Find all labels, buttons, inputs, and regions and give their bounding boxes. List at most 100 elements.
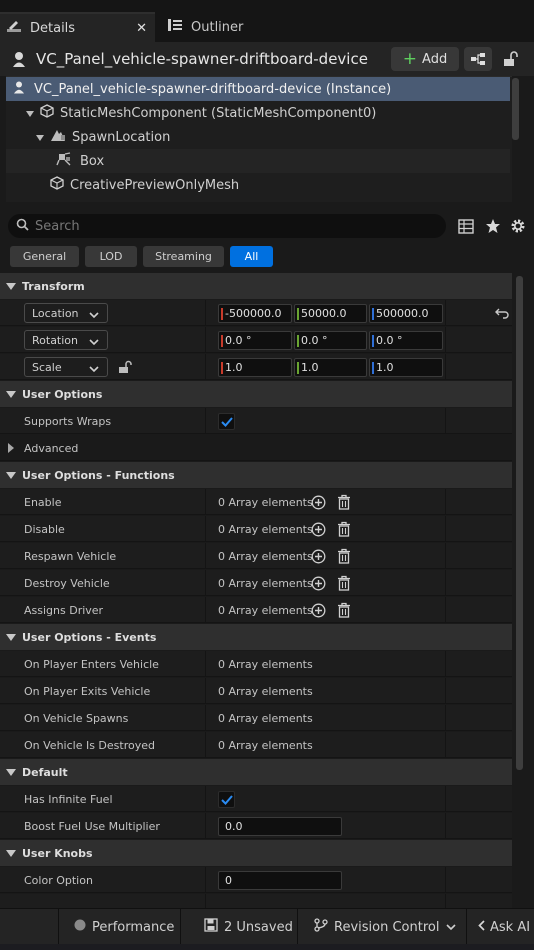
- rotation-z-field[interactable]: 0.0 °: [369, 331, 443, 350]
- column-divider: [445, 867, 446, 893]
- property-label: Has Infinite Fuel: [24, 793, 113, 806]
- chevron-down-icon: [6, 469, 16, 482]
- infinite-fuel-checkbox[interactable]: [218, 791, 235, 808]
- filter-all-button[interactable]: All: [230, 246, 273, 267]
- tree-item-label: StaticMeshComponent (StaticMeshComponent…: [60, 105, 377, 121]
- color-option-field[interactable]: 0: [218, 871, 342, 890]
- chevron-down-icon: [6, 631, 16, 644]
- property-matrix-icon[interactable]: [458, 219, 474, 237]
- tree-item-spawn-location[interactable]: SpawnLocation: [6, 125, 510, 149]
- field-value: 0.0: [225, 820, 243, 833]
- performance-status-icon: [74, 919, 86, 935]
- revision-control-button[interactable]: Revision Control: [314, 909, 457, 945]
- section-title: Default: [22, 765, 68, 779]
- trash-icon[interactable]: [337, 548, 351, 567]
- add-element-icon[interactable]: [311, 576, 326, 594]
- location-mode-dropdown[interactable]: Location: [24, 303, 108, 323]
- chevron-down-icon: [446, 920, 457, 935]
- tree-item-creative-preview-mesh[interactable]: CreativePreviewOnlyMesh: [6, 173, 510, 197]
- supports-wraps-checkbox[interactable]: [218, 413, 235, 430]
- properties-scrollbar[interactable]: [516, 276, 523, 770]
- location-z-field[interactable]: 500000.0: [369, 304, 443, 323]
- advanced-row[interactable]: Advanced: [0, 435, 512, 461]
- add-element-icon[interactable]: [311, 522, 326, 540]
- tree-item-box[interactable]: Box: [6, 149, 510, 173]
- scale-lock-icon[interactable]: [118, 360, 133, 377]
- add-element-icon[interactable]: [311, 495, 326, 513]
- tree-scrollbar[interactable]: [512, 78, 519, 140]
- column-divider: [445, 705, 446, 731]
- unlock-icon[interactable]: [502, 51, 518, 70]
- reset-to-default-icon[interactable]: [495, 307, 509, 322]
- tree-item-label: CreativePreviewOnlyMesh: [70, 177, 240, 193]
- favorites-star-icon[interactable]: [485, 218, 501, 237]
- chevron-down-icon: [89, 336, 99, 349]
- ask-ai-label: Ask AI: [490, 919, 531, 935]
- ask-ai-button[interactable]: Ask AI: [478, 909, 530, 945]
- location-x-field[interactable]: -500000.0: [218, 304, 292, 323]
- trash-icon[interactable]: [337, 575, 351, 594]
- scale-y-field[interactable]: 1.0: [294, 358, 367, 377]
- section-user-options[interactable]: User Options: [0, 381, 512, 407]
- rotation-y-field[interactable]: 0.0 °: [294, 331, 367, 350]
- window-top-strip: [0, 0, 534, 12]
- chevron-down-icon: [89, 309, 99, 322]
- advanced-label: Advanced: [24, 442, 79, 455]
- scale-z-field[interactable]: 1.0: [369, 358, 443, 377]
- section-title: User Options - Events: [22, 630, 157, 644]
- section-transform[interactable]: Transform: [0, 273, 512, 299]
- actor-title: VC_Panel_vehicle-spawner-driftboard-devi…: [36, 50, 368, 68]
- tab-outliner[interactable]: Outliner: [157, 12, 277, 42]
- scale-x-field[interactable]: 1.0: [218, 358, 292, 377]
- column-divider: [205, 327, 206, 353]
- tree-item-static-mesh-component[interactable]: StaticMeshComponent (StaticMeshComponent…: [6, 101, 510, 125]
- details-pencil-icon: [6, 18, 22, 38]
- tree-item-label: SpawnLocation: [72, 129, 171, 145]
- y-axis-marker: [297, 362, 299, 374]
- section-user-knobs[interactable]: User Knobs: [0, 840, 512, 866]
- dropdown-label: Scale: [32, 360, 62, 374]
- array-count: 0 Array elements: [218, 685, 313, 698]
- add-component-button[interactable]: + Add: [391, 47, 459, 71]
- search-row: [0, 212, 534, 240]
- unsaved-button[interactable]: 2 Unsaved: [204, 909, 293, 945]
- supports-wraps-row: Supports Wraps: [0, 408, 512, 434]
- field-value: 1.0: [225, 361, 243, 374]
- save-disk-icon: [204, 918, 218, 936]
- search-box[interactable]: [8, 214, 446, 238]
- field-value: 0.0 °: [225, 334, 252, 347]
- filter-general-button[interactable]: General: [10, 246, 79, 267]
- filter-streaming-button[interactable]: Streaming: [143, 246, 224, 267]
- section-user-options-functions[interactable]: User Options - Functions: [0, 462, 512, 488]
- location-y-field[interactable]: 50000.0: [294, 304, 367, 323]
- trash-icon[interactable]: [337, 602, 351, 621]
- column-divider: [445, 327, 446, 353]
- scale-mode-dropdown[interactable]: Scale: [24, 357, 108, 377]
- rotation-mode-dropdown[interactable]: Rotation: [24, 330, 108, 350]
- rotation-x-field[interactable]: 0.0 °: [218, 331, 292, 350]
- search-input[interactable]: [35, 218, 415, 234]
- column-divider: [445, 408, 446, 434]
- column-divider: [205, 597, 206, 623]
- z-axis-marker: [372, 335, 374, 347]
- boost-fuel-field[interactable]: 0.0: [218, 817, 342, 836]
- section-default[interactable]: Default: [0, 759, 512, 785]
- blueprint-button[interactable]: [464, 47, 492, 71]
- tab-details[interactable]: Details ✕: [0, 12, 155, 42]
- section-user-options-events[interactable]: User Options - Events: [0, 624, 512, 650]
- chevron-down-icon[interactable]: [36, 130, 44, 145]
- chevron-down-icon[interactable]: [26, 106, 34, 121]
- performance-button[interactable]: Performance: [74, 909, 174, 945]
- add-element-icon[interactable]: [311, 549, 326, 567]
- trash-icon[interactable]: [337, 494, 351, 513]
- tree-item-instance[interactable]: VC_Panel_vehicle-spawner-driftboard-devi…: [6, 77, 510, 101]
- close-tab-icon[interactable]: ✕: [136, 21, 147, 36]
- trash-icon[interactable]: [337, 521, 351, 540]
- add-element-icon[interactable]: [311, 603, 326, 621]
- property-label: Respawn Vehicle: [24, 550, 117, 563]
- settings-gear-icon[interactable]: [510, 218, 526, 237]
- array-count: 0 Array elements: [218, 577, 313, 590]
- filter-lod-button[interactable]: LOD: [85, 246, 137, 267]
- array-count: 0 Array elements: [218, 550, 313, 563]
- property-label: On Vehicle Spawns: [24, 712, 129, 725]
